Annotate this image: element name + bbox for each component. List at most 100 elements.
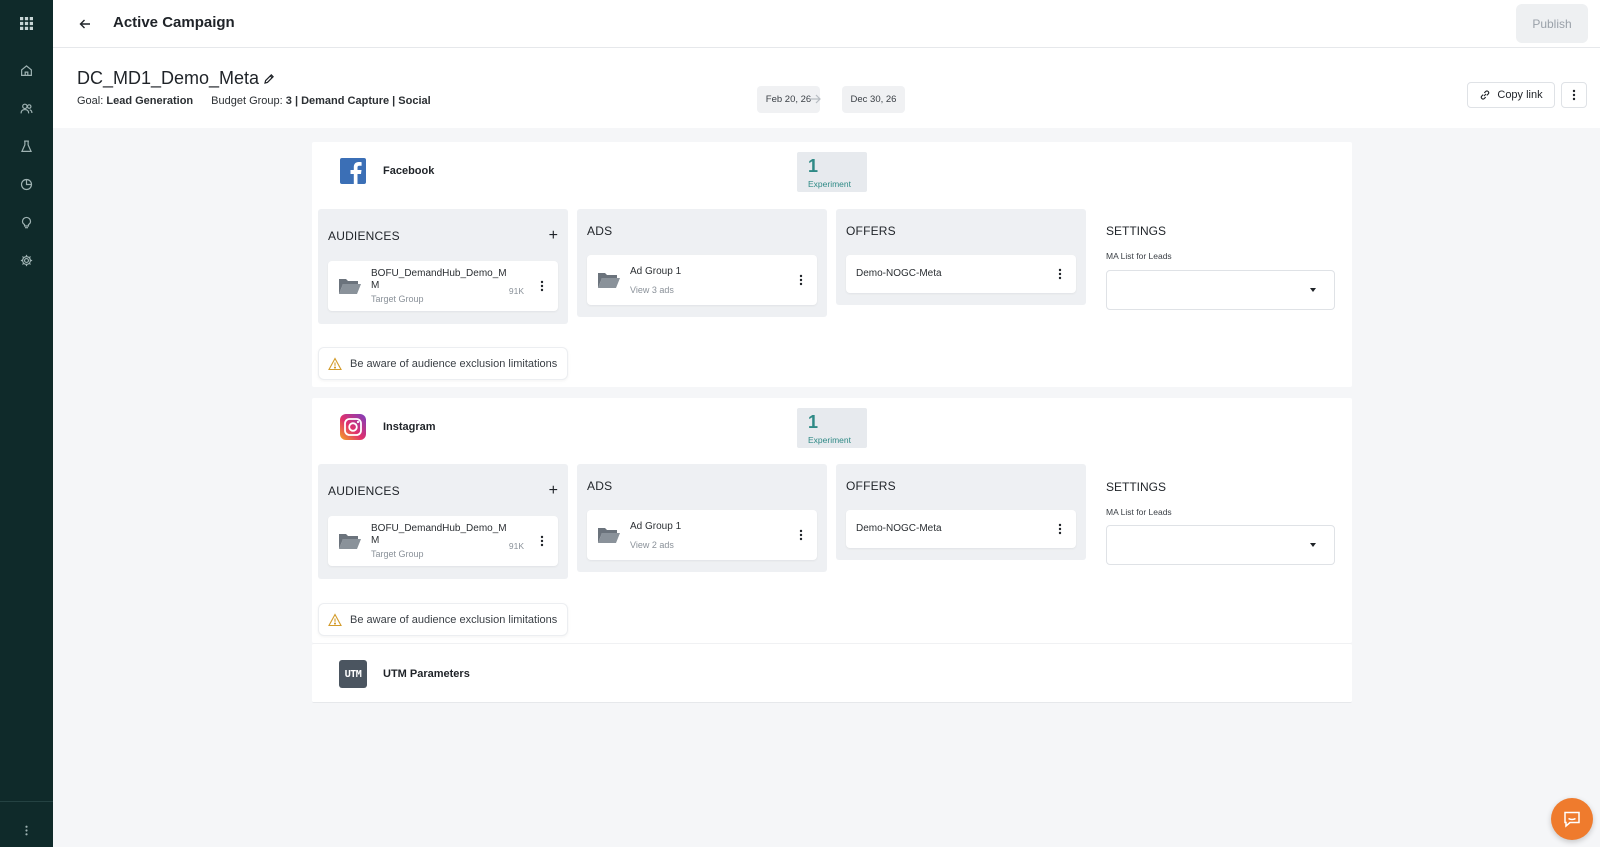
ad-group-sub[interactable]: View 3 ads xyxy=(630,285,674,295)
budget-value: 3 | Demand Capture | Social xyxy=(285,95,431,107)
ad-group-name: Ad Group 1 xyxy=(630,266,682,277)
audience-card[interactable]: BOFU_DemandHub_Demo_MM Target Group 91K xyxy=(328,516,558,566)
publish-button[interactable]: Publish xyxy=(1516,4,1588,43)
warning-text: Be aware of audience exclusion limitatio… xyxy=(350,357,558,370)
campaign-meta: Goal: Lead Generation Budget Group: 3 | … xyxy=(77,95,431,107)
goal-value: Lead Generation xyxy=(106,95,194,107)
kebab-icon[interactable] xyxy=(540,535,544,547)
ma-list-select[interactable] xyxy=(1106,270,1335,310)
ads-column: ADS Ad Group 1 View 3 ads xyxy=(577,209,827,317)
kebab-icon[interactable] xyxy=(540,280,544,292)
apps-grid-icon[interactable] xyxy=(0,8,53,38)
audience-size: 91K xyxy=(508,286,524,296)
audience-card[interactable]: BOFU_DemandHub_Demo_MM Target Group 91K xyxy=(328,261,558,311)
home-icon[interactable] xyxy=(0,55,53,85)
lightbulb-icon[interactable] xyxy=(0,207,53,237)
ad-group-card[interactable]: Ad Group 1 View 2 ads xyxy=(587,510,817,560)
channel-name: Facebook xyxy=(383,165,435,177)
audience-size: 91K xyxy=(508,541,524,551)
settings-title: SETTINGS xyxy=(1106,480,1167,494)
offer-card[interactable]: Demo-NOGC-Meta xyxy=(846,255,1076,293)
top-bar: Active Campaign Publish xyxy=(53,0,1600,48)
users-icon[interactable] xyxy=(0,93,53,123)
audiences-column: AUDIENCES + BOFU_DemandHub_Demo_MM Targe… xyxy=(318,464,568,579)
experiment-label: Experiment xyxy=(808,179,851,189)
offers-column: OFFERS Demo-NOGC-Meta xyxy=(836,464,1086,560)
facebook-icon xyxy=(340,158,366,184)
copy-link-button[interactable]: Copy link xyxy=(1467,82,1555,108)
budget-label: Budget Group: xyxy=(211,95,283,107)
offers-title: OFFERS xyxy=(846,479,896,493)
sidebar xyxy=(0,0,53,847)
offers-column: OFFERS Demo-NOGC-Meta xyxy=(836,209,1086,305)
experiment-count: 1 xyxy=(808,156,819,176)
campaign-header: DC_MD1_Demo_Meta Goal: Lead Generation B… xyxy=(53,48,1600,128)
channel-panel-facebook: Facebook 1 Experiment AUDIENCES + BOFU_D… xyxy=(312,142,1352,387)
ads-column: ADS Ad Group 1 View 2 ads xyxy=(577,464,827,572)
plus-icon[interactable]: + xyxy=(549,228,558,244)
copy-link-label: Copy link xyxy=(1497,89,1543,101)
flask-icon[interactable] xyxy=(0,131,53,161)
offers-title: OFFERS xyxy=(846,224,896,238)
chat-icon xyxy=(1564,811,1580,828)
utm-label: UTM Parameters xyxy=(383,668,470,680)
folder-icon xyxy=(339,534,361,549)
warning-icon xyxy=(328,356,342,370)
offer-name: Demo-NOGC-Meta xyxy=(856,523,942,534)
more-options-button[interactable] xyxy=(1561,82,1587,108)
settings-label: MA List for Leads xyxy=(1106,507,1172,517)
channel-name: Instagram xyxy=(383,421,436,433)
experiment-badge[interactable]: 1 Experiment xyxy=(797,408,867,448)
goal-field: Goal: Lead Generation xyxy=(77,95,193,107)
experiment-label: Experiment xyxy=(808,435,851,445)
audience-name: BOFU_DemandHub_Demo_MM xyxy=(371,268,507,291)
pie-chart-icon[interactable] xyxy=(0,169,53,199)
more-vertical-icon[interactable] xyxy=(0,815,53,845)
kebab-icon[interactable] xyxy=(1058,268,1062,280)
audience-warning: Be aware of audience exclusion limitatio… xyxy=(318,603,568,636)
audiences-title: AUDIENCES xyxy=(328,484,400,498)
utm-icon: UTM xyxy=(339,660,367,688)
utm-parameters-panel[interactable]: UTM UTM Parameters xyxy=(312,643,1352,703)
kebab-icon[interactable] xyxy=(799,274,803,286)
folder-icon xyxy=(339,279,361,294)
warning-text: Be aware of audience exclusion limitatio… xyxy=(350,613,558,626)
sidebar-divider xyxy=(0,801,53,802)
budget-field: Budget Group: 3 | Demand Capture | Socia… xyxy=(211,95,431,107)
offer-card[interactable]: Demo-NOGC-Meta xyxy=(846,510,1076,548)
folder-icon xyxy=(598,528,620,543)
plus-icon[interactable]: + xyxy=(549,483,558,499)
ads-title: ADS xyxy=(587,479,613,493)
arrow-right-icon xyxy=(809,94,821,104)
end-date[interactable]: Dec 30, 26 xyxy=(842,86,905,113)
campaign-name: DC_MD1_Demo_Meta xyxy=(77,68,260,88)
ad-group-name: Ad Group 1 xyxy=(630,521,682,532)
ad-group-sub[interactable]: View 2 ads xyxy=(630,540,674,550)
offer-name: Demo-NOGC-Meta xyxy=(856,268,942,279)
kebab-icon xyxy=(1572,89,1576,101)
warning-icon xyxy=(328,612,342,626)
back-arrow-icon[interactable] xyxy=(73,12,97,36)
experiment-badge[interactable]: 1 Experiment xyxy=(797,152,867,192)
pencil-icon[interactable] xyxy=(262,72,276,86)
link-icon xyxy=(1481,90,1490,100)
channel-panel-instagram: Instagram 1 Experiment AUDIENCES + BOFU_… xyxy=(312,398,1352,643)
ads-title: ADS xyxy=(587,224,613,238)
audiences-title: AUDIENCES xyxy=(328,229,400,243)
kebab-icon[interactable] xyxy=(799,529,803,541)
settings-title: SETTINGS xyxy=(1106,224,1167,238)
ad-group-card[interactable]: Ad Group 1 View 3 ads xyxy=(587,255,817,305)
settings-label: MA List for Leads xyxy=(1106,251,1172,261)
chat-button[interactable] xyxy=(1551,798,1593,840)
page-title: Active Campaign xyxy=(113,14,235,31)
gear-icon[interactable] xyxy=(0,245,53,275)
audience-name: BOFU_DemandHub_Demo_MM xyxy=(371,523,507,546)
audiences-column: AUDIENCES + BOFU_DemandHub_Demo_MM Targe… xyxy=(318,209,568,324)
instagram-icon xyxy=(340,414,366,440)
kebab-icon[interactable] xyxy=(1058,523,1062,535)
chevron-down-icon xyxy=(1310,543,1316,547)
chevron-down-icon xyxy=(1310,288,1316,292)
ma-list-select[interactable] xyxy=(1106,525,1335,565)
experiment-count: 1 xyxy=(808,412,819,432)
goal-label: Goal: xyxy=(77,95,104,107)
